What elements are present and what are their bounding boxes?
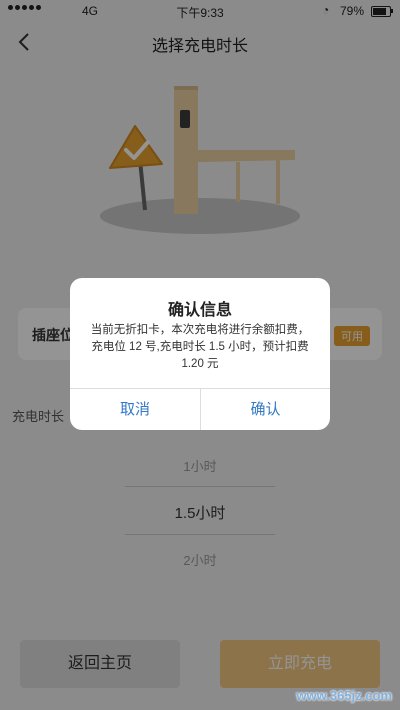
dialog-message: 当前无折扣卡，本次充电将进行余额扣费，充电位 12 号,充电时长 1.5 小时，… (90, 324, 310, 370)
confirm-dialog: 确认信息 当前无折扣卡，本次充电将进行余额扣费，充电位 12 号,充电时长 1.… (70, 278, 330, 430)
watermark: www.365jz.com (296, 688, 392, 703)
cancel-button[interactable]: 取消 (70, 389, 200, 430)
confirm-button[interactable]: 确认 (201, 389, 330, 430)
dialog-title: 确认信息 (167, 302, 232, 319)
